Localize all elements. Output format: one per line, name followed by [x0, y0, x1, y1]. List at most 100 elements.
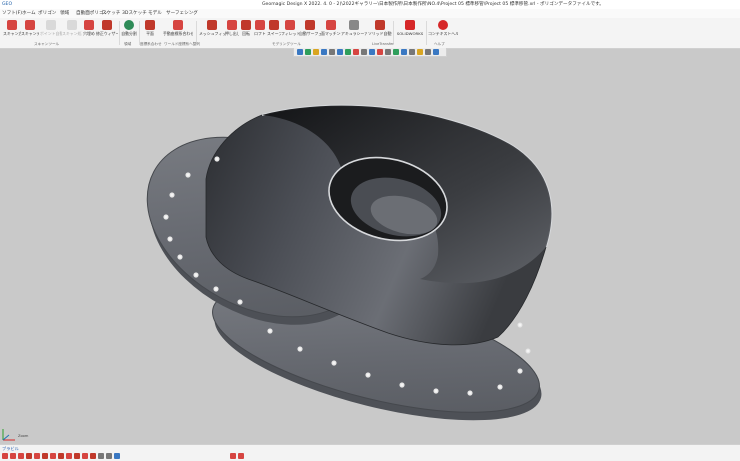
view-light-icon[interactable]: [401, 49, 407, 55]
status-filter-icon[interactable]: [10, 453, 16, 459]
revolve-icon: [241, 20, 251, 30]
ribbon-separator: [119, 21, 120, 45]
status-bar: ブラビル: [0, 444, 740, 461]
view-measure-icon[interactable]: [409, 49, 415, 55]
tool-fill-holes[interactable]: 穴埋め: [82, 19, 96, 41]
tool-auto-scan[interactable]: ポイント自動スキャン: [40, 19, 62, 41]
auto-surface-icon: [305, 20, 315, 30]
group-label-region: 領域: [124, 42, 132, 46]
solidworks-icon: [405, 20, 415, 30]
status-right-icon-1[interactable]: [230, 453, 236, 459]
view-section-icon[interactable]: [377, 49, 383, 55]
tool-scan-method[interactable]: スキャン方式: [3, 19, 21, 41]
menu-home[interactable]: ホーム: [22, 9, 36, 18]
group-label-world-align: ワールド座標系へ整列: [164, 42, 200, 46]
view-snap-icon[interactable]: [417, 49, 423, 55]
menu-sketch[interactable]: スケッチ: [102, 9, 120, 18]
status-snap-icon[interactable]: [18, 453, 24, 459]
auto-scan-icon: [46, 20, 56, 30]
menu-file[interactable]: ソフト(F): [2, 9, 22, 18]
extrude-icon: [227, 20, 237, 30]
app-logo: GEO: [2, 2, 13, 7]
tool-auto-solid[interactable]: ソリッド自動生成: [368, 19, 392, 41]
status-text: ブラビル: [2, 446, 19, 451]
view-rotate-icon[interactable]: [305, 49, 311, 55]
status-ref-icon[interactable]: [74, 453, 80, 459]
tool-extrude[interactable]: 押し出し: [225, 19, 239, 41]
tool-manual-align[interactable]: 手動座標系合わせ: [163, 19, 193, 41]
status-select-icon[interactable]: [2, 453, 8, 459]
view-shade-icon[interactable]: [369, 49, 375, 55]
menu-polygon[interactable]: ポリゴン: [38, 9, 56, 18]
status-view-icon[interactable]: [98, 453, 104, 459]
status-point-icon[interactable]: [42, 453, 48, 459]
group-label-livetransfer: LiveTransfer: [372, 42, 394, 46]
tool-sweep[interactable]: スイープ: [267, 19, 281, 41]
tool-scan-process[interactable]: スキャン処理: [62, 19, 82, 41]
fillet-icon: [285, 20, 295, 30]
status-region-icon[interactable]: [90, 453, 96, 459]
repair-wizard-icon: [102, 20, 112, 30]
menu-3d-sketch[interactable]: 3Dスケッチ: [122, 9, 147, 18]
auto-solid-icon: [375, 20, 385, 30]
tool-accuracy-analyzer[interactable]: アキュラシーアナライザ: [341, 19, 367, 41]
menu-model[interactable]: モデル: [148, 9, 162, 18]
status-sketch-icon[interactable]: [66, 453, 72, 459]
view-right-icon[interactable]: [353, 49, 359, 55]
view-wireframe-icon[interactable]: [385, 49, 391, 55]
fill-holes-icon: [84, 20, 94, 30]
status-solid-icon[interactable]: [58, 453, 64, 459]
menu-region[interactable]: 領域: [60, 9, 69, 18]
tool-solidworks[interactable]: SOLIDWORKS: [396, 19, 424, 41]
axis-label: Zoom: [18, 434, 29, 438]
mesh-fit-icon: [207, 20, 217, 30]
view-settings-icon[interactable]: [425, 49, 431, 55]
window-title: Geomagic Design X 2022. 4. 0 - 2)\2022ギャ…: [262, 2, 604, 7]
scan-process-icon: [67, 20, 77, 30]
tool-auto-surface[interactable]: 自動サーフェス: [299, 19, 321, 41]
face-match-icon: [326, 20, 336, 30]
manual-align-icon: [173, 20, 183, 30]
view-select-icon[interactable]: [297, 49, 303, 55]
view-fit-icon[interactable]: [329, 49, 335, 55]
tool-repair-wizard[interactable]: 修正ウィザード: [96, 19, 118, 41]
3d-viewport[interactable]: [0, 57, 740, 444]
view-zoom-icon[interactable]: [321, 49, 327, 55]
group-label-modeling-tools: モデリングツール: [272, 42, 301, 46]
view-iso-icon[interactable]: [361, 49, 367, 55]
status-right-icon-2[interactable]: [238, 453, 244, 459]
tool-plane[interactable]: 平面: [141, 19, 159, 41]
axis-indicator: Zoom: [0, 426, 40, 444]
tool-context-help[interactable]: コンテキストヘルプ: [428, 19, 458, 41]
scan-data-icon: [25, 20, 35, 30]
tool-face-match[interactable]: 面マッチング: [321, 19, 341, 41]
segment-sphere-icon: [124, 20, 134, 30]
status-display-icon[interactable]: [114, 453, 120, 459]
accuracy-analyzer-icon: [349, 20, 359, 30]
tool-loft[interactable]: ロフト: [253, 19, 267, 41]
tool-scan-data[interactable]: スキャンデータ: [21, 19, 39, 41]
view-top-icon[interactable]: [345, 49, 351, 55]
status-layer-icon[interactable]: [26, 453, 32, 459]
tool-fillet[interactable]: フィレット: [281, 19, 299, 41]
status-settings-icon[interactable]: [106, 453, 112, 459]
view-display-icon[interactable]: [433, 49, 439, 55]
group-label-alignment: 座標系合わせ: [140, 42, 162, 46]
plane-icon: [145, 20, 155, 30]
group-label-scan-tools: スキャンツール: [34, 42, 60, 46]
view-layer-icon[interactable]: [393, 49, 399, 55]
help-question-icon: [438, 20, 448, 30]
view-front-icon[interactable]: [337, 49, 343, 55]
menu-bar: ソフト(F) ホーム ポリゴン 領域 自動面ポリゴン スケッチ 3Dスケッチ モ…: [0, 9, 740, 18]
tool-auto-segment[interactable]: 自動分割: [121, 19, 137, 41]
flanged-pipe-transition-model[interactable]: [0, 57, 740, 444]
tool-revolve[interactable]: 回転: [239, 19, 253, 41]
status-surface-icon[interactable]: [50, 453, 56, 459]
ribbon-toolbar: スキャン方式 スキャンデータ ポイント自動スキャン スキャン処理 穴埋め 修正ウ…: [0, 18, 740, 49]
tool-mesh-fit[interactable]: メッシュフィット: [199, 19, 225, 41]
status-curve-icon[interactable]: [82, 453, 88, 459]
status-mesh-icon[interactable]: [34, 453, 40, 459]
view-toolbar: [293, 48, 447, 57]
menu-surfacing[interactable]: サーフェシング: [166, 9, 198, 18]
view-pan-icon[interactable]: [313, 49, 319, 55]
